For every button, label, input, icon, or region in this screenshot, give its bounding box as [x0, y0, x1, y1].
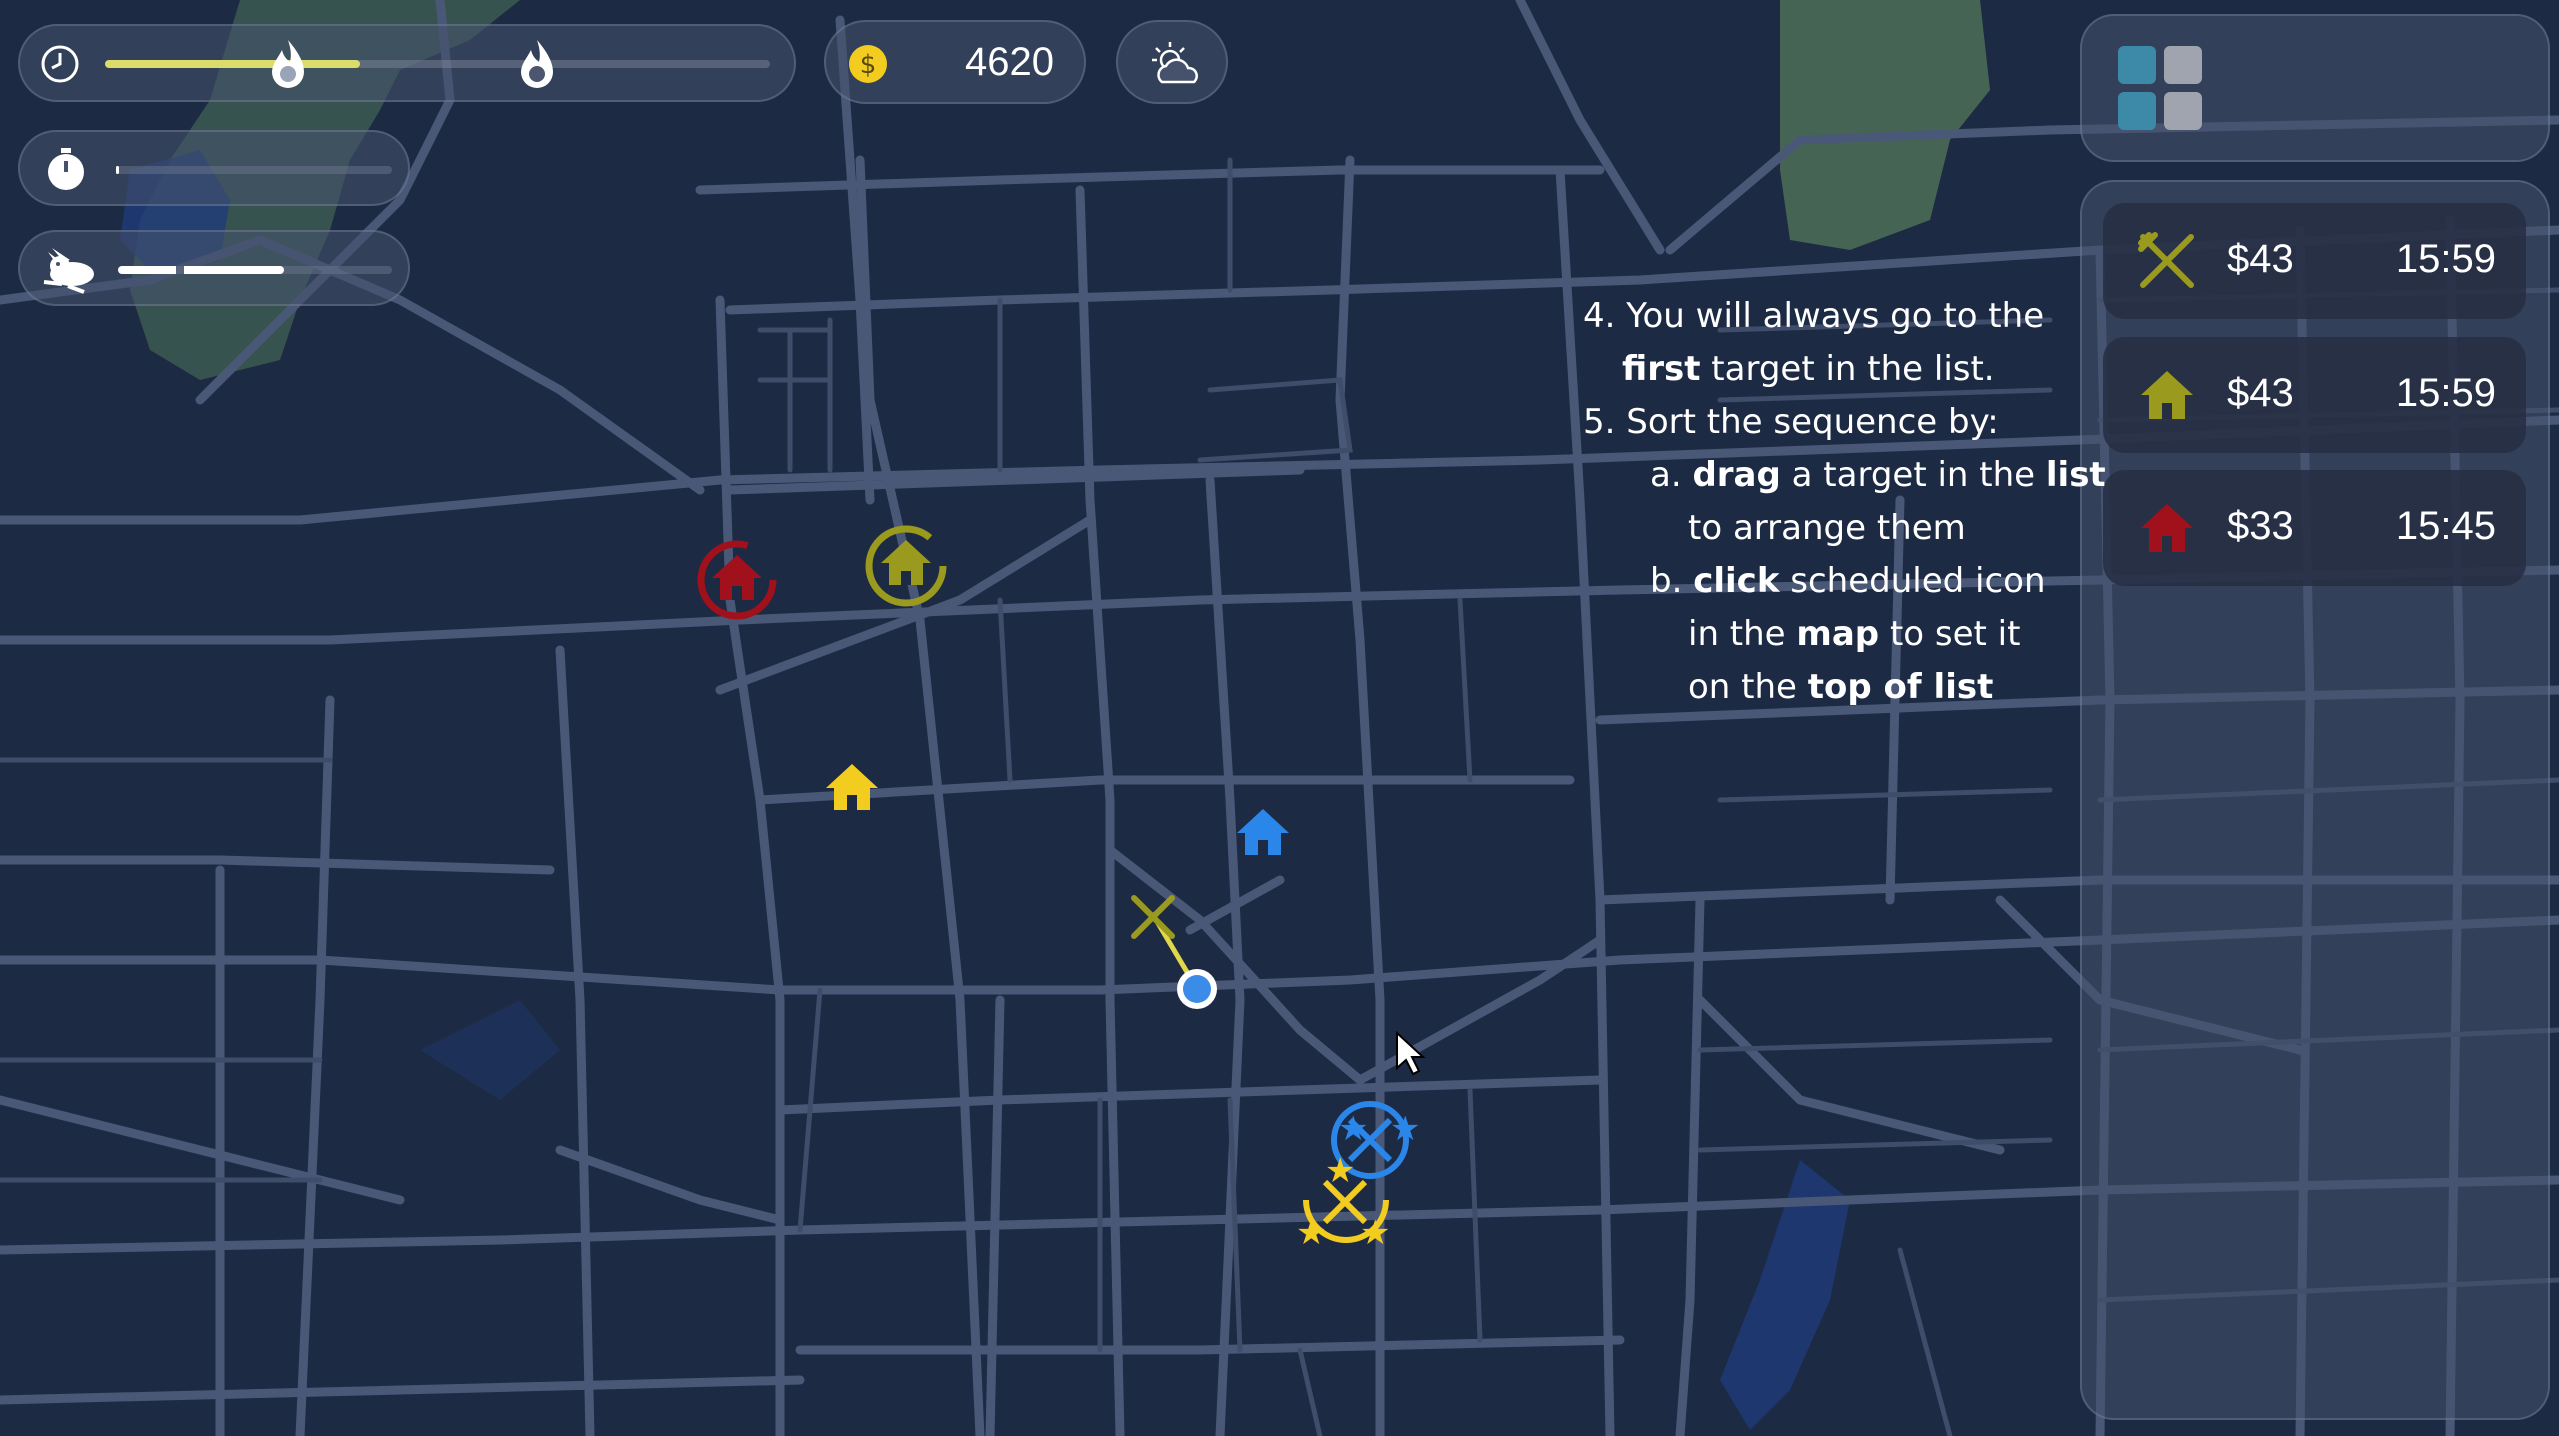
- instruction-line: on the: [1688, 667, 1808, 707]
- speed-panel: [18, 230, 410, 306]
- weather-icon: [1148, 40, 1204, 93]
- money-panel: $ 4620: [824, 20, 1086, 104]
- stopwatch-icon: [44, 146, 88, 197]
- instruction-bold: list: [2045, 455, 2106, 495]
- instruction-line: target in the list.: [1700, 349, 1995, 389]
- target-card-1[interactable]: $43 15:59: [2103, 203, 2526, 319]
- target-price: $33: [2227, 504, 2294, 548]
- instruction-line: in the: [1688, 614, 1797, 654]
- target-price: $43: [2227, 237, 2294, 281]
- svg-text:★: ★: [1390, 1109, 1420, 1149]
- instruction-bold: click: [1693, 561, 1780, 601]
- timer-panel: [18, 130, 410, 206]
- fork-knife-icon: [2137, 231, 2197, 291]
- svg-text:$: $: [860, 50, 877, 80]
- fuel-bar-track: [105, 60, 770, 68]
- fuel-bar-fill: [105, 60, 360, 68]
- menu-panel: [2080, 14, 2550, 162]
- instruction-line: a.: [1650, 455, 1693, 495]
- house-icon: [2137, 498, 2197, 558]
- timer-bar-fill: [116, 166, 119, 174]
- svg-text:★: ★: [1360, 1213, 1390, 1253]
- money-amount: 4620: [965, 40, 1054, 84]
- instruction-line: to set it: [1879, 614, 2021, 654]
- rabbit-icon: [38, 244, 102, 301]
- instruction-line: 5. Sort the sequence by:: [1583, 402, 1999, 442]
- instruction-line: b.: [1650, 561, 1694, 601]
- tutorial-instructions: 4. You will always go to the first targe…: [1583, 290, 2106, 714]
- instruction-line: a target in the: [1780, 455, 2046, 495]
- fuel-bar-panel: [18, 24, 796, 102]
- instruction-line: scheduled icon: [1779, 561, 2046, 601]
- grid-menu-icon[interactable]: [2118, 46, 2214, 142]
- speed-bar-fill: [118, 266, 284, 274]
- flame-marker-icon[interactable]: [266, 36, 310, 97]
- target-time: 15:59: [2395, 237, 2496, 281]
- instruction-bold: drag: [1692, 455, 1781, 495]
- instruction-bold: first: [1622, 349, 1701, 389]
- speed-bar-track: [118, 266, 392, 274]
- target-time: 15:45: [2395, 504, 2496, 548]
- coin-icon: $: [848, 44, 888, 89]
- house-icon: [2137, 365, 2197, 425]
- instruction-bold: map: [1796, 614, 1880, 654]
- player-location: [1177, 969, 1217, 1009]
- flame-icon: [515, 36, 559, 97]
- weather-button[interactable]: [1116, 20, 1228, 104]
- instruction-bold: top of list: [1807, 667, 1994, 707]
- svg-text:★: ★: [1296, 1213, 1326, 1253]
- svg-text:★: ★: [1338, 1109, 1368, 1149]
- svg-text:★: ★: [1325, 1151, 1355, 1191]
- target-card-3[interactable]: $33 15:45: [2103, 470, 2526, 586]
- target-price: $43: [2227, 371, 2294, 415]
- target-card-2[interactable]: $43 15:59: [2103, 337, 2526, 453]
- instruction-line: to arrange them: [1688, 508, 1966, 548]
- target-time: 15:59: [2395, 371, 2496, 415]
- timer-bar-track: [116, 166, 392, 174]
- instruction-line: 4. You will always go to the: [1583, 296, 2045, 336]
- clock-icon: [40, 44, 80, 89]
